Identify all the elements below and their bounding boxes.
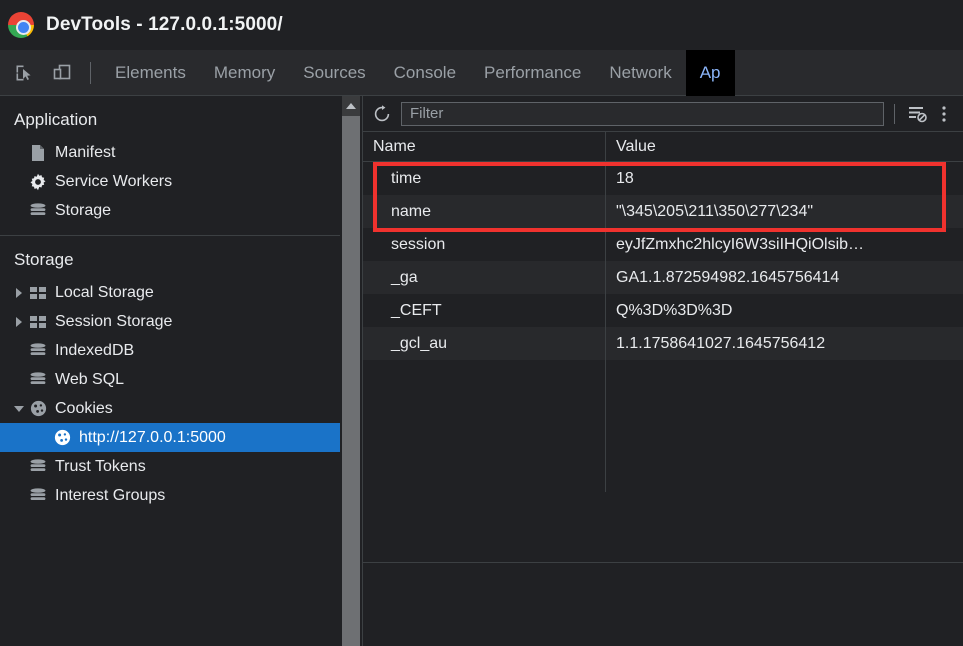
tab-console[interactable]: Console — [380, 50, 470, 96]
tab-application[interactable]: Ap — [685, 49, 735, 96]
tab-memory[interactable]: Memory — [200, 50, 289, 96]
cell-cookie-name: name — [363, 195, 606, 228]
manifest-document-icon — [28, 143, 48, 163]
sidebar-item-label: Cookies — [55, 399, 113, 417]
sidebar-item-manifest[interactable]: Manifest — [0, 138, 340, 167]
cell-cookie-name: _ga — [363, 261, 606, 294]
tab-network[interactable]: Network — [595, 50, 685, 96]
sidebar-item-label: Session Storage — [55, 312, 173, 330]
sidebar-item-service-workers[interactable]: Service Workers — [0, 167, 340, 196]
column-header-name[interactable]: Name — [363, 132, 606, 161]
gear-icon — [28, 172, 48, 192]
window-title: DevTools - 127.0.0.1:5000/ — [46, 14, 283, 35]
sidebar-item-cookie-origin[interactable]: http://127.0.0.1:5000 — [0, 423, 340, 452]
sidebar-item-interest-groups[interactable]: Interest Groups — [0, 481, 340, 510]
table-empty-name-column — [363, 360, 606, 492]
cookie-icon — [28, 399, 48, 419]
sidebar-item-label: Web SQL — [55, 370, 125, 388]
database-icon — [28, 457, 48, 477]
inspect-element-icon[interactable] — [10, 59, 38, 87]
cell-cookie-value: 1.1.1758641027.1645756412 — [616, 335, 826, 352]
sidebar-item-session-storage[interactable]: Session Storage — [0, 307, 340, 336]
chevron-right-icon[interactable] — [12, 286, 26, 300]
table-row[interactable]: _gcl_au 1.1.1758641027.1645756412 — [363, 327, 963, 360]
cell-cookie-value: GA1.1.872594982.1645756414 — [616, 269, 840, 286]
sidebar-item-indexeddb[interactable]: IndexedDB — [0, 336, 340, 365]
devtools-tab-bar: Elements Memory Sources Console Performa… — [0, 49, 963, 96]
table-grid-icon — [28, 283, 48, 303]
database-icon — [28, 370, 48, 390]
sidebar-item-label: Trust Tokens — [55, 457, 146, 475]
tab-elements[interactable]: Elements — [101, 50, 200, 96]
chevron-right-icon[interactable] — [12, 315, 26, 329]
sidebar-item-label: http://127.0.0.1:5000 — [79, 428, 226, 446]
database-icon — [28, 201, 48, 221]
cell-cookie-value: 18 — [616, 170, 634, 187]
cell-cookie-name: _gcl_au — [363, 327, 606, 360]
table-row[interactable]: _ga GA1.1.872594982.1645756414 — [363, 261, 963, 294]
cell-cookie-name: session — [363, 228, 606, 261]
cookie-detail-pane — [363, 563, 963, 646]
sidebar-section-title-application: Application — [14, 110, 98, 129]
sidebar-item-web-sql[interactable]: Web SQL — [0, 365, 340, 394]
chrome-logo-icon — [8, 12, 34, 38]
toolbar-divider — [90, 61, 91, 84]
table-header-row: Name Value — [363, 132, 963, 162]
tab-performance[interactable]: Performance — [470, 50, 595, 96]
cookies-panel: Name Value time 18 name "\345\205\211\35… — [362, 96, 963, 646]
sidebar-item-label: Local Storage — [55, 283, 154, 301]
sidebar-item-label: Manifest — [55, 143, 116, 161]
sidebar-item-label: Interest Groups — [55, 486, 166, 504]
tab-sources[interactable]: Sources — [289, 50, 379, 96]
sidebar-item-trust-tokens[interactable]: Trust Tokens — [0, 452, 340, 481]
sidebar-scrollbar[interactable] — [342, 96, 360, 646]
sidebar-item-local-storage[interactable]: Local Storage — [0, 278, 340, 307]
scrollbar-thumb[interactable] — [342, 116, 360, 646]
table-row[interactable]: name "\345\205\211\350\277\234" — [363, 195, 963, 228]
filter-input[interactable] — [401, 101, 884, 126]
table-empty-value-column — [606, 360, 963, 492]
more-options-icon[interactable] — [931, 101, 957, 127]
application-sidebar: Application Manifest Service Workers Sto… — [0, 96, 340, 646]
cell-cookie-value: "\345\205\211\350\277\234" — [616, 203, 814, 220]
cell-cookie-value: Q%3D%3D%3D — [616, 302, 733, 319]
table-empty-area — [363, 360, 963, 492]
sidebar-item-cookies[interactable]: Cookies — [0, 394, 340, 423]
database-icon — [28, 341, 48, 361]
table-row[interactable]: session eyJfZmxhc2hlcyI6W3siIHQiOlsib… — [363, 228, 963, 261]
cell-cookie-name: _CEFT — [363, 294, 606, 327]
cookie-icon — [52, 428, 72, 448]
sidebar-item-storage[interactable]: Storage — [0, 196, 340, 225]
device-toolbar-icon[interactable] — [48, 59, 76, 87]
cell-cookie-name: time — [363, 162, 606, 195]
refresh-icon[interactable] — [369, 101, 395, 127]
clear-filter-icon[interactable] — [905, 101, 931, 127]
cell-cookie-value: eyJfZmxhc2hlcyI6W3siIHQiOlsib… — [616, 236, 865, 253]
cookies-toolbar — [363, 96, 963, 132]
table-row[interactable]: time 18 — [363, 162, 963, 195]
devtools-window: DevTools - 127.0.0.1:5000/ Elements Memo… — [0, 0, 963, 646]
sidebar-item-label: Storage — [55, 201, 112, 219]
chevron-down-icon[interactable] — [12, 402, 26, 416]
title-bar: DevTools - 127.0.0.1:5000/ — [0, 0, 963, 50]
cookies-table: Name Value time 18 name "\345\205\211\35… — [363, 132, 963, 562]
sidebar-item-label: IndexedDB — [55, 341, 135, 359]
sidebar-item-label: Service Workers — [55, 172, 173, 190]
toolbar-divider — [894, 103, 895, 124]
scroll-up-arrow-icon[interactable] — [342, 96, 360, 116]
sidebar-section-title-storage: Storage — [14, 250, 74, 269]
column-header-value[interactable]: Value — [606, 132, 963, 161]
database-icon — [28, 486, 48, 506]
table-row[interactable]: _CEFT Q%3D%3D%3D — [363, 294, 963, 327]
table-grid-icon — [28, 312, 48, 332]
